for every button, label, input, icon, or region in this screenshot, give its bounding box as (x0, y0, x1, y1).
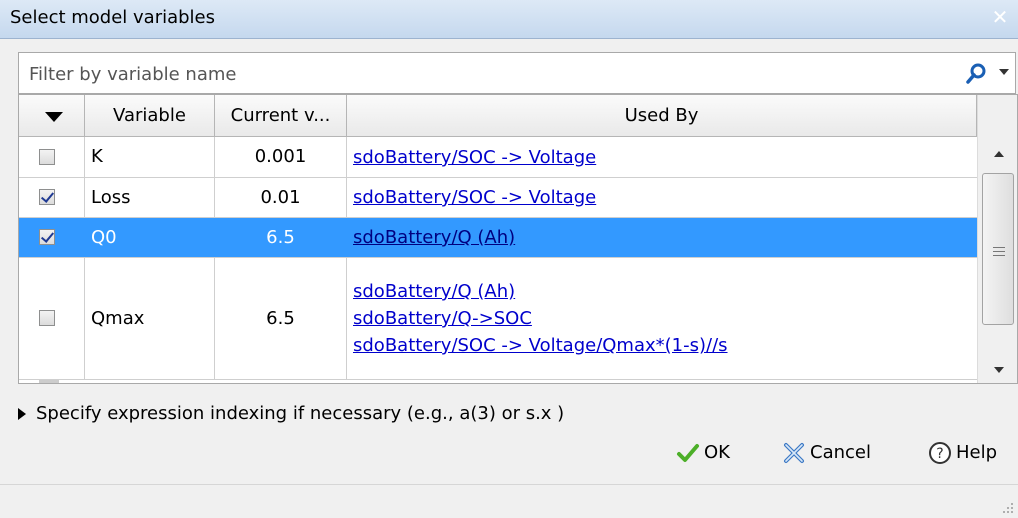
filter-dropdown-icon[interactable] (999, 69, 1009, 75)
table-row[interactable]: Loss 0.01 sdoBattery/SOC -> Voltage (19, 178, 977, 218)
variable-name: Qmax (91, 308, 145, 329)
column-header-select[interactable] (19, 95, 85, 137)
used-by-cell: sdoBattery/SOC -> Voltage (347, 178, 977, 217)
row-checkbox[interactable] (39, 310, 55, 326)
cancel-button[interactable]: Cancel (782, 437, 900, 469)
search-icon[interactable] (965, 61, 989, 85)
expander-label: Specify expression indexing if necessary… (36, 403, 565, 424)
table-row[interactable]: Qmax 6.5 sdoBattery/Q (Ah) sdoBattery/Q-… (19, 258, 977, 380)
ok-label: OK (704, 442, 730, 463)
cancel-label: Cancel (810, 442, 871, 463)
checkbox-cell (19, 137, 85, 177)
resize-grip-icon[interactable] (1000, 500, 1014, 514)
cancel-x-icon (784, 443, 804, 463)
column-header-used-by[interactable]: Used By (347, 95, 977, 137)
filter-box (18, 52, 1016, 94)
variable-cell: Loss (85, 178, 215, 217)
variable-name: Loss (91, 187, 131, 208)
status-bar (0, 484, 1018, 518)
column-header-current-value[interactable]: Current v... (215, 95, 347, 137)
vertical-scrollbar[interactable] (977, 95, 1017, 383)
help-label: Help (956, 442, 998, 463)
next-row-edge (39, 380, 59, 383)
used-by-cell: sdoBattery/Q (Ah) sdoBattery/Q->SOC sdoB… (347, 258, 977, 379)
used-by-cell: sdoBattery/Q (Ah) (347, 218, 977, 257)
checkmark-icon (677, 444, 699, 462)
variable-value: 6.5 (266, 227, 295, 248)
filter-input[interactable] (27, 59, 931, 89)
ok-button[interactable]: OK (676, 437, 756, 469)
table-row[interactable]: K 0.001 sdoBattery/SOC -> Voltage (19, 137, 977, 178)
checkbox-cell (19, 178, 85, 217)
sort-arrow-icon[interactable] (45, 112, 63, 122)
value-cell: 6.5 (215, 218, 347, 257)
variable-cell: Q0 (85, 218, 215, 257)
variable-name: K (91, 146, 103, 167)
column-header-variable[interactable]: Variable (85, 95, 215, 137)
used-by-link[interactable]: sdoBattery/SOC -> Voltage/Qmax*(1-s)//s (353, 332, 728, 359)
help-button[interactable]: ? Help (928, 437, 1012, 469)
close-icon[interactable]: ✕ (988, 5, 1012, 29)
variable-cell: K (85, 137, 215, 177)
variable-cell: Qmax (85, 258, 215, 379)
title-bar: Select model variables ✕ (0, 0, 1018, 39)
used-by-link[interactable]: sdoBattery/SOC -> Voltage (353, 184, 596, 211)
variable-name: Q0 (91, 227, 117, 248)
scroll-down-icon[interactable] (994, 367, 1004, 373)
window-title: Select model variables (10, 7, 216, 28)
row-checkbox[interactable] (39, 229, 55, 245)
variable-value: 0.01 (260, 187, 301, 208)
expand-arrow-icon[interactable] (18, 408, 26, 420)
used-by-link[interactable]: sdoBattery/SOC -> Voltage (353, 144, 596, 171)
help-circle-icon: ? (929, 442, 951, 464)
table-row-selected[interactable]: Q0 6.5 sdoBattery/Q (Ah) (19, 218, 977, 258)
used-by-link[interactable]: sdoBattery/Q (Ah) (353, 278, 728, 305)
variables-table: Variable Current v... Used By K 0.001 sd… (18, 94, 1018, 384)
row-checkbox[interactable] (39, 189, 55, 205)
row-checkbox[interactable] (39, 149, 55, 165)
scrollbar-thumb[interactable] (982, 173, 1014, 325)
variable-value: 6.5 (266, 308, 295, 329)
scroll-up-icon[interactable] (994, 151, 1004, 157)
value-cell: 0.001 (215, 137, 347, 177)
used-by-link[interactable]: sdoBattery/Q->SOC (353, 305, 728, 332)
checkbox-cell (19, 258, 85, 379)
used-by-link[interactable]: sdoBattery/Q (Ah) (353, 224, 515, 251)
grip-icon (993, 247, 1005, 259)
expression-indexing-expander[interactable]: Specify expression indexing if necessary… (18, 403, 718, 429)
svg-text:?: ? (936, 446, 943, 462)
variable-value: 0.001 (254, 146, 307, 167)
used-by-cell: sdoBattery/SOC -> Voltage (347, 137, 977, 177)
value-cell: 6.5 (215, 258, 347, 379)
checkbox-cell (19, 218, 85, 257)
value-cell: 0.01 (215, 178, 347, 217)
